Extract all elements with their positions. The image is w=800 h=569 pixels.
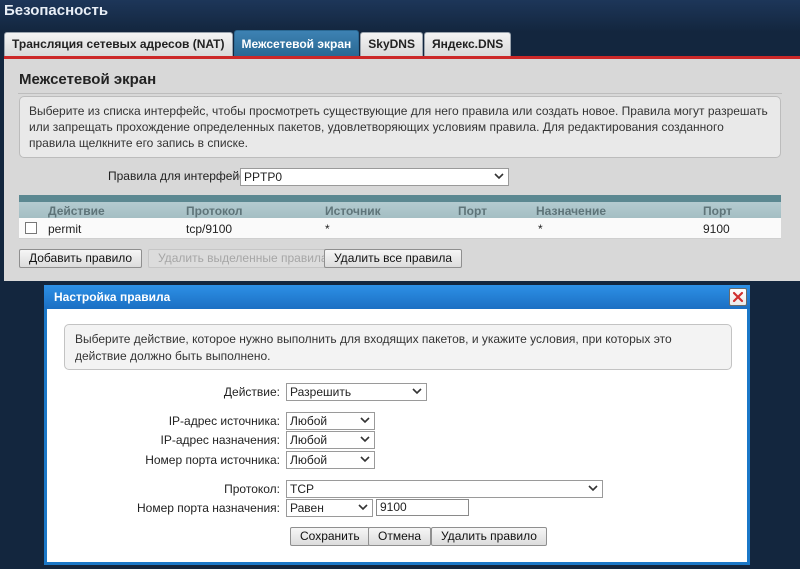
table-row[interactable]: permit tcp/9100 * * 9100	[19, 218, 781, 239]
action-select[interactable]: Разрешить	[286, 383, 427, 401]
rule-dialog: Настройка правила Выберите действие, кот…	[44, 285, 750, 565]
firewall-info: Выберите из списка интерфейс, чтобы прос…	[19, 96, 781, 158]
dialog-titlebar: Настройка правила	[44, 285, 750, 309]
col-source-port: Порт	[458, 204, 488, 218]
col-dest-port: Порт	[703, 204, 733, 218]
section-title: Межсетевой экран	[19, 71, 157, 88]
row-source: *	[325, 222, 330, 236]
col-source: Источник	[325, 204, 381, 218]
chevron-down-icon	[360, 434, 370, 444]
delete-all-button[interactable]: Удалить все правила	[324, 249, 462, 268]
tab-firewall[interactable]: Межсетевой экран	[233, 30, 360, 56]
page-header: Безопасность	[0, 0, 800, 32]
dialog-info: Выберите действие, которое нужно выполни…	[64, 324, 732, 370]
src-port-select[interactable]: Любой	[286, 451, 375, 469]
src-port-select-value: Любой	[290, 453, 328, 467]
interface-label: Правила для интерфейса:	[108, 169, 256, 183]
interface-select[interactable]: PPTP0	[240, 168, 509, 186]
chevron-down-icon	[360, 415, 370, 425]
title-divider	[18, 93, 782, 94]
src-port-label: Номер порта источника:	[145, 453, 280, 467]
dst-ip-label: IP-адрес назначения:	[160, 433, 280, 447]
close-icon	[732, 291, 744, 303]
firewall-panel: Межсетевой экран Выберите из списка инте…	[4, 59, 800, 281]
tab-yandex-dns[interactable]: Яндекс.DNS	[423, 32, 512, 56]
src-ip-select-value: Любой	[290, 414, 328, 428]
table-top-bar	[19, 195, 781, 202]
page-title: Безопасность	[4, 2, 109, 19]
row-dest-port: 9100	[703, 222, 730, 236]
rules-table: Действие Протокол Источник Порт Назначен…	[19, 195, 781, 239]
chevron-down-icon	[412, 386, 422, 396]
dst-ip-select-value: Любой	[290, 433, 328, 447]
tab-nat[interactable]: Трансляция сетевых адресов (NAT)	[4, 32, 233, 56]
row-action: permit	[48, 222, 82, 236]
col-destination: Назначение	[536, 204, 607, 218]
dst-ip-select[interactable]: Любой	[286, 431, 375, 449]
dst-port-op-select[interactable]: Равен	[286, 499, 373, 517]
tab-bar: Трансляция сетевых адресов (NAT) Межсете…	[4, 30, 512, 56]
col-protocol: Протокол	[186, 204, 243, 218]
row-destination: *	[538, 222, 543, 236]
action-label: Действие:	[223, 385, 280, 399]
dst-port-op-value: Равен	[290, 501, 324, 515]
table-header: Действие Протокол Источник Порт Назначен…	[19, 202, 781, 218]
src-ip-select[interactable]: Любой	[286, 412, 375, 430]
dst-port-label: Номер порта назначения:	[136, 501, 280, 515]
dst-port-input[interactable]: 9100	[376, 499, 469, 516]
chevron-down-icon	[494, 171, 504, 181]
save-button[interactable]: Сохранить	[290, 527, 370, 546]
action-select-value: Разрешить	[290, 385, 352, 399]
chevron-down-icon	[588, 483, 598, 493]
dialog-title: Настройка правила	[54, 290, 171, 304]
protocol-label: Протокол:	[224, 482, 280, 496]
col-action: Действие	[48, 204, 105, 218]
row-checkbox[interactable]	[25, 222, 37, 234]
protocol-select[interactable]: TCP	[286, 480, 603, 498]
protocol-select-value: TCP	[290, 482, 314, 496]
delete-selected-button[interactable]: Удалить выделенные правила	[148, 249, 338, 268]
row-protocol: tcp/9100	[186, 222, 233, 236]
close-button[interactable]	[729, 288, 747, 306]
interface-select-value: PPTP0	[244, 170, 283, 184]
delete-rule-button[interactable]: Удалить правило	[431, 527, 547, 546]
chevron-down-icon	[358, 502, 368, 512]
tab-skydns[interactable]: SkyDNS	[360, 32, 423, 56]
add-rule-button[interactable]: Добавить правило	[19, 249, 143, 268]
src-ip-label: IP-адрес источника:	[168, 414, 280, 428]
cancel-button[interactable]: Отмена	[368, 527, 432, 546]
chevron-down-icon	[360, 454, 370, 464]
